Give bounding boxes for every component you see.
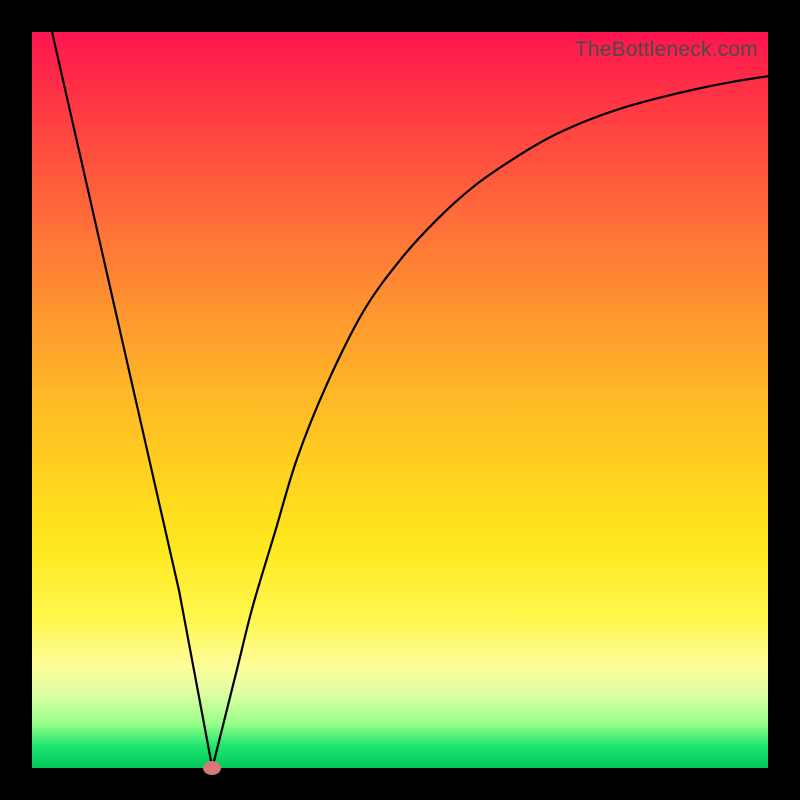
minimum-marker [203, 761, 221, 775]
bottleneck-curve [32, 32, 768, 768]
chart-area: TheBottleneck.com [32, 32, 768, 768]
watermark-text: TheBottleneck.com [575, 38, 758, 62]
